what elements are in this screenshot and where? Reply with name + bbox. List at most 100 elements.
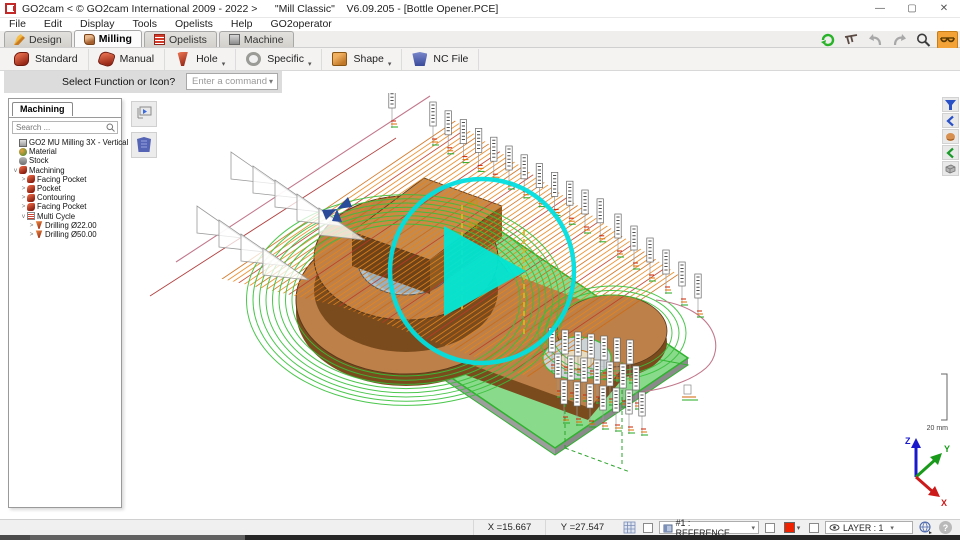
filter-icon[interactable]: [942, 97, 959, 112]
tab-design[interactable]: Design: [4, 31, 72, 47]
grid-toggle-icon[interactable]: [620, 521, 638, 535]
machining-panel-tab[interactable]: Machining: [12, 102, 73, 116]
tree-expander-icon[interactable]: >: [20, 194, 27, 201]
tree-item-material[interactable]: Material: [9, 147, 121, 156]
world-view-icon[interactable]: [916, 521, 934, 535]
simulation-screen-button[interactable]: [131, 101, 157, 127]
tree-expander-icon[interactable]: >: [28, 231, 35, 238]
menu-item-go2operator[interactable]: GO2operator: [262, 18, 341, 31]
menu-item-opelists[interactable]: Opelists: [166, 18, 222, 31]
stock-box-icon[interactable]: [942, 161, 959, 176]
command-prompt-label: Select Function or Icon?: [62, 76, 175, 88]
tree-item-multi-cycle[interactable]: v Multi Cycle: [9, 212, 121, 221]
tree-item-contouring[interactable]: > Contouring: [9, 193, 121, 202]
svg-text:49: 49: [468, 220, 478, 230]
dropdown-caret-icon: ▾: [388, 60, 392, 70]
grid-checkbox[interactable]: [643, 523, 653, 533]
app-logo-icon[interactable]: [5, 3, 16, 14]
color-checkbox[interactable]: [809, 523, 819, 533]
color-picker[interactable]: ▾: [780, 521, 804, 535]
machining-panel: Machining GO2 MU Milling 3X - Vertical M…: [8, 98, 122, 508]
view-glasses-icon[interactable]: [937, 31, 958, 49]
menu-bar: FileEditDisplayToolsOpelistsHelpGO2opera…: [0, 18, 960, 31]
zoom-icon[interactable]: [913, 31, 934, 49]
shape-button[interactable]: Shape ▾: [322, 49, 402, 70]
tree-item-pocket[interactable]: > Pocket: [9, 184, 121, 193]
help-icon[interactable]: ?: [939, 521, 952, 534]
specific-button[interactable]: Specific ▾: [236, 49, 322, 70]
svg-text:20 mm: 20 mm: [927, 425, 949, 432]
manual-button[interactable]: Manual: [89, 49, 165, 70]
nc-file-button[interactable]: NC File: [402, 49, 479, 70]
title-bar: GO2cam < © GO2cam International 2009 - 2…: [0, 0, 960, 18]
scale-ruler: 20 mm: [927, 374, 949, 432]
video-progress-played: [30, 535, 245, 540]
previous-blue-icon[interactable]: [942, 113, 959, 128]
tree-expander-icon[interactable]: v: [20, 213, 27, 220]
tree-expander-icon[interactable]: >: [28, 222, 35, 229]
tab-icon: [84, 34, 95, 45]
axis-triad: ZYX: [905, 436, 950, 508]
svg-text:X: X: [941, 498, 947, 508]
caliper-measure-icon[interactable]: [841, 31, 862, 49]
undo-icon[interactable]: [865, 31, 886, 49]
nc-shield-icon: [134, 135, 154, 155]
tab-milling[interactable]: Milling: [74, 30, 142, 47]
ribbon-button-icon: [14, 52, 29, 66]
reference-checkbox[interactable]: [765, 523, 775, 533]
reference-combobox[interactable]: #1 : REFERENCE ▾: [659, 521, 759, 534]
simulation-screen-icon: [134, 104, 154, 124]
tree-expander-icon[interactable]: >: [20, 185, 27, 192]
tree-expander-icon[interactable]: >: [20, 203, 27, 210]
tool-icon[interactable]: [942, 129, 959, 144]
close-button[interactable]: ✕: [928, 0, 960, 18]
ribbon-button-icon: [412, 52, 427, 66]
right-icon-rail: [942, 97, 959, 176]
window-title: GO2cam < © GO2cam International 2009 - 2…: [22, 3, 498, 15]
tree-item-stock[interactable]: Stock: [9, 156, 121, 165]
svg-text:50: 50: [468, 198, 478, 208]
standard-button[interactable]: Standard: [4, 49, 89, 70]
tree-item-facing-pocket[interactable]: > Facing Pocket: [9, 202, 121, 211]
tree-item-facing-pocket[interactable]: > Facing Pocket: [9, 175, 121, 184]
go2cam-window: GO2cam < © GO2cam International 2009 - 2…: [0, 0, 960, 540]
minimize-button[interactable]: —: [864, 0, 896, 18]
layer-combobox[interactable]: LAYER : 1 ▾: [825, 521, 913, 534]
tree-item-drilling-22-00[interactable]: > Drilling Ø22.00: [9, 221, 121, 230]
cursor-x-readout: X =15.667: [473, 520, 545, 536]
viewport-side-buttons: [131, 101, 157, 158]
tree-item-drilling-50-00[interactable]: > Drilling Ø50.00: [9, 230, 121, 239]
tree-search-input[interactable]: [13, 123, 106, 132]
tab-icon: [14, 34, 25, 45]
tab-machine[interactable]: Machine: [219, 31, 294, 47]
tree-item-go2-mu-milling-3x-vertical[interactable]: GO2 MU Milling 3X - Vertical: [9, 138, 121, 147]
tree-expander-icon[interactable]: >: [20, 176, 27, 183]
redo-icon[interactable]: [889, 31, 910, 49]
layer-value: LAYER : 1: [843, 523, 883, 533]
hole-button[interactable]: Hole ▾: [165, 49, 236, 70]
tree-item-machining[interactable]: v Machining: [9, 166, 121, 175]
video-progress-bar[interactable]: [0, 535, 960, 540]
previous-green-icon[interactable]: [942, 145, 959, 160]
tree-search-box[interactable]: [12, 121, 118, 134]
maximize-button[interactable]: ▢: [896, 0, 928, 18]
reference-plane-icon: [663, 523, 673, 533]
tree-expander-icon[interactable]: v: [12, 167, 19, 174]
command-combobox[interactable]: Enter a command ▾: [186, 73, 278, 90]
dropdown-caret-icon: ▾: [308, 60, 312, 70]
regenerate-icon[interactable]: [817, 31, 838, 49]
dropdown-caret-icon: ▾: [222, 60, 226, 70]
menu-item-edit[interactable]: Edit: [35, 18, 71, 31]
tab-icon: [154, 34, 165, 45]
nc-shield-button[interactable]: [131, 132, 157, 158]
chevron-down-icon: ▾: [751, 524, 755, 532]
video-progress-buffer: [0, 535, 30, 540]
main-area: 50 49 ZYX 20 mm Machining GO2 MU Milling 3X…: [0, 93, 960, 519]
chevron-down-icon: ▾: [797, 524, 801, 532]
search-icon: [106, 123, 115, 132]
cursor-y-readout: Y =27.547: [545, 520, 619, 536]
ribbon-toolbar: Standard Manual Hole ▾ Specific ▾ Shape …: [0, 48, 960, 71]
menu-item-file[interactable]: File: [0, 18, 35, 31]
menu-item-help[interactable]: Help: [222, 18, 262, 31]
tab-opelists[interactable]: Opelists: [144, 31, 217, 47]
